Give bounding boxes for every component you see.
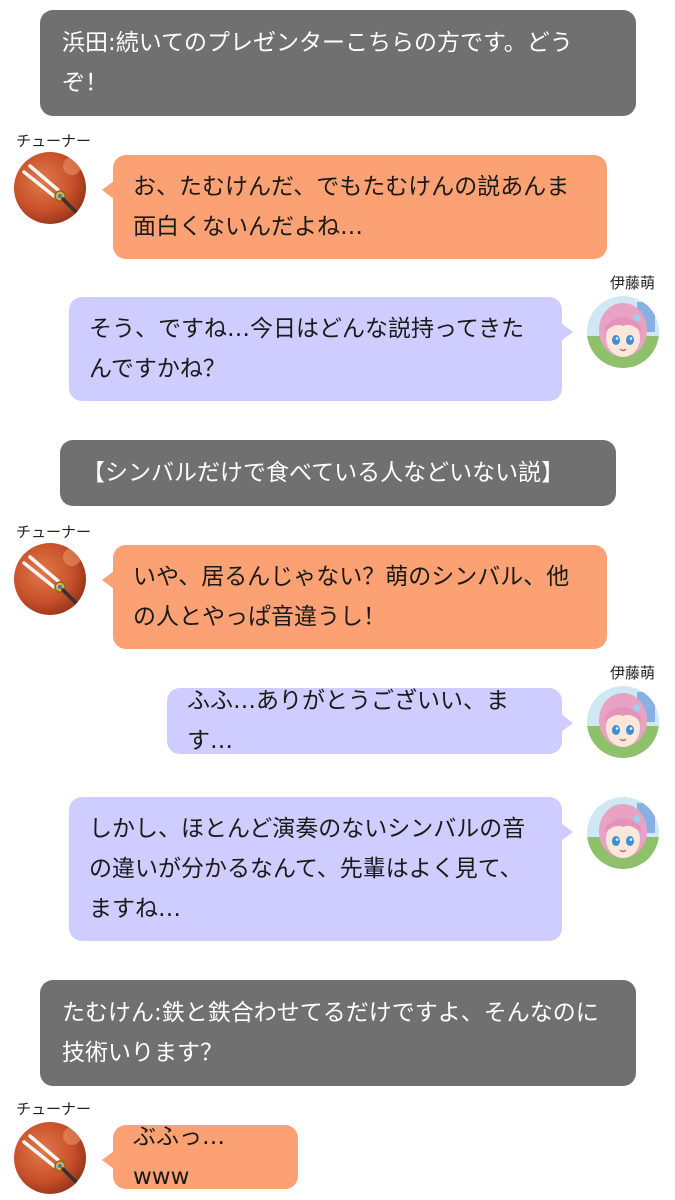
narration-text: たむけん:鉄と鉄合わせてるだけですよ、そんなのに技術いります？ (62, 1000, 599, 1066)
message-text: いや、居るんじゃない？萌のシンバル、他の人とやっぱ音違うし！ (133, 564, 570, 630)
chat-bubble-tuner: お、たむけんだ、でもたむけんの説あんま面白くないんだよね… (102, 155, 607, 259)
chat-bubble-tuner: いや、居るんじゃない？萌のシンバル、他の人とやっぱ音違うし！ (102, 545, 607, 649)
narration-message: たむけん:鉄と鉄合わせてるだけですよ、そんなのに技術いります？ (40, 980, 636, 1086)
message-text: しかし、ほとんど演奏のないシンバルの音の違いが分かるなんて、先輩はよく見て、ます… (89, 816, 526, 922)
message-text: お、たむけんだ、でもたむけんの説あんま面白くないんだよね… (133, 174, 570, 240)
chat-bubble-moe: しかし、ほとんど演奏のないシンバルの音の違いが分かるなんて、先輩はよく見て、ます… (69, 797, 573, 941)
tuning-fork-avatar-icon (14, 152, 86, 224)
narration-message: 【シンバルだけで食べている人などいない説】 (60, 440, 616, 506)
chat-bubble-moe: ふふ…ありがとうございい、ます… (167, 688, 573, 754)
narration-message: 浜田:続いてのプレゼンターこちらの方です。どうぞ！ (40, 10, 636, 116)
pink-hair-girl-avatar-icon (587, 296, 659, 368)
chat-bubble-moe: そう、ですね…今日はどんな説持ってきたんですかね？ (69, 297, 573, 401)
narration-text: 浜田:続いてのプレゼンターこちらの方です。どうぞ！ (62, 30, 573, 96)
message-text: そう、ですね…今日はどんな説持ってきたんですかね？ (89, 316, 525, 382)
message-text: ぶふっ…www (133, 1124, 225, 1190)
speaker-name: チューナー (16, 1100, 92, 1118)
chat-bubble-tuner: ぶふっ…www (102, 1124, 298, 1190)
speaker-name: チューナー (16, 132, 92, 150)
speaker-name: 伊藤萌 (610, 274, 656, 292)
message-text: ふふ…ありがとうございい、ます… (187, 688, 509, 754)
speaker-name: 伊藤萌 (610, 664, 656, 682)
pink-hair-girl-avatar-icon (587, 686, 659, 758)
pink-hair-girl-avatar-icon (587, 797, 659, 869)
tuning-fork-avatar-icon (14, 1122, 86, 1194)
speaker-name: チューナー (16, 523, 92, 541)
tuning-fork-avatar-icon (14, 543, 86, 615)
narration-text: 【シンバルだけで食べている人などいない説】 (82, 460, 565, 486)
